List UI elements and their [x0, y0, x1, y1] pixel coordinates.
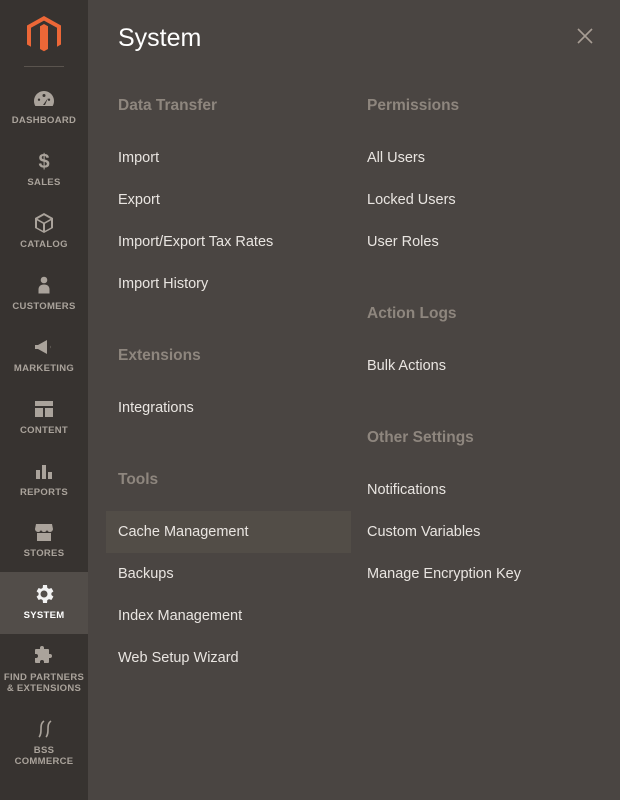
link-backups[interactable]: Backups [106, 553, 351, 595]
nav-label: FIND PARTNERS& EXTENSIONS [4, 673, 84, 695]
link-locked-users[interactable]: Locked Users [355, 179, 600, 221]
nav-label: SALES [27, 178, 60, 189]
gear-icon [32, 582, 56, 606]
flyout-header: System [118, 24, 600, 53]
nav-label: STORES [24, 549, 65, 560]
svg-text:$: $ [38, 151, 49, 173]
flyout-col-left: Data Transfer Import Export Import/Expor… [118, 97, 351, 721]
section-title: Action Logs [367, 305, 600, 323]
store-icon [32, 520, 56, 544]
megaphone-icon [32, 335, 56, 359]
link-cache-management[interactable]: Cache Management [106, 511, 351, 553]
nav-stores[interactable]: STORES [0, 510, 88, 572]
flyout-col-right: Permissions All Users Locked Users User … [367, 97, 600, 721]
link-all-users[interactable]: All Users [355, 137, 600, 179]
magento-logo [27, 16, 61, 54]
link-export[interactable]: Export [106, 179, 351, 221]
nav-label: CUSTOMERS [12, 302, 75, 313]
nav-reports[interactable]: REPORTS [0, 449, 88, 511]
bss-icon [32, 717, 56, 741]
nav-label: BSSCOMMERCE [15, 746, 74, 768]
nav-dashboard[interactable]: DASHBOARD [0, 77, 88, 139]
link-import-history[interactable]: Import History [106, 263, 351, 305]
nav-catalog[interactable]: CATALOG [0, 201, 88, 263]
link-import[interactable]: Import [106, 137, 351, 179]
nav-label: CONTENT [20, 426, 68, 437]
section-title: Permissions [367, 97, 600, 115]
box-icon [32, 211, 56, 235]
section-title: Other Settings [367, 429, 600, 447]
section-title: Tools [118, 471, 351, 489]
nav-label: REPORTS [20, 488, 68, 499]
nav-label: MARKETING [14, 364, 74, 375]
puzzle-icon [32, 644, 56, 668]
section-title: Extensions [118, 347, 351, 365]
flyout-title: System [118, 24, 201, 53]
dollar-icon: $ [32, 149, 56, 173]
link-custom-variables[interactable]: Custom Variables [355, 511, 600, 553]
nav-label: DASHBOARD [12, 116, 76, 127]
admin-sidebar: DASHBOARD $ SALES CATALOG CUSTOMERS MARK… [0, 0, 88, 800]
link-integrations[interactable]: Integrations [106, 387, 351, 429]
gauge-icon [32, 87, 56, 111]
nav-bss[interactable]: BSSCOMMERCE [0, 707, 88, 780]
link-bulk-actions[interactable]: Bulk Actions [355, 345, 600, 387]
link-index-management[interactable]: Index Management [106, 595, 351, 637]
nav-customers[interactable]: CUSTOMERS [0, 263, 88, 325]
link-web-setup[interactable]: Web Setup Wizard [106, 637, 351, 679]
link-tax-rates[interactable]: Import/Export Tax Rates [106, 221, 351, 263]
sidebar-separator [24, 66, 64, 67]
person-icon [32, 273, 56, 297]
link-user-roles[interactable]: User Roles [355, 221, 600, 263]
nav-system[interactable]: SYSTEM [0, 572, 88, 634]
system-flyout: System Data Transfer Import Export Impor… [88, 0, 620, 800]
layout-icon [32, 397, 56, 421]
nav-marketing[interactable]: MARKETING [0, 325, 88, 387]
close-icon [576, 27, 594, 45]
bars-icon [32, 459, 56, 483]
section-title: Data Transfer [118, 97, 351, 115]
nav-label: SYSTEM [24, 611, 65, 622]
nav-sales[interactable]: $ SALES [0, 139, 88, 201]
link-notifications[interactable]: Notifications [355, 469, 600, 511]
nav-label: CATALOG [20, 240, 68, 251]
close-button[interactable] [576, 27, 594, 50]
nav-content[interactable]: CONTENT [0, 387, 88, 449]
link-encryption-key[interactable]: Manage Encryption Key [355, 553, 600, 595]
nav-partners[interactable]: FIND PARTNERS& EXTENSIONS [0, 634, 88, 707]
